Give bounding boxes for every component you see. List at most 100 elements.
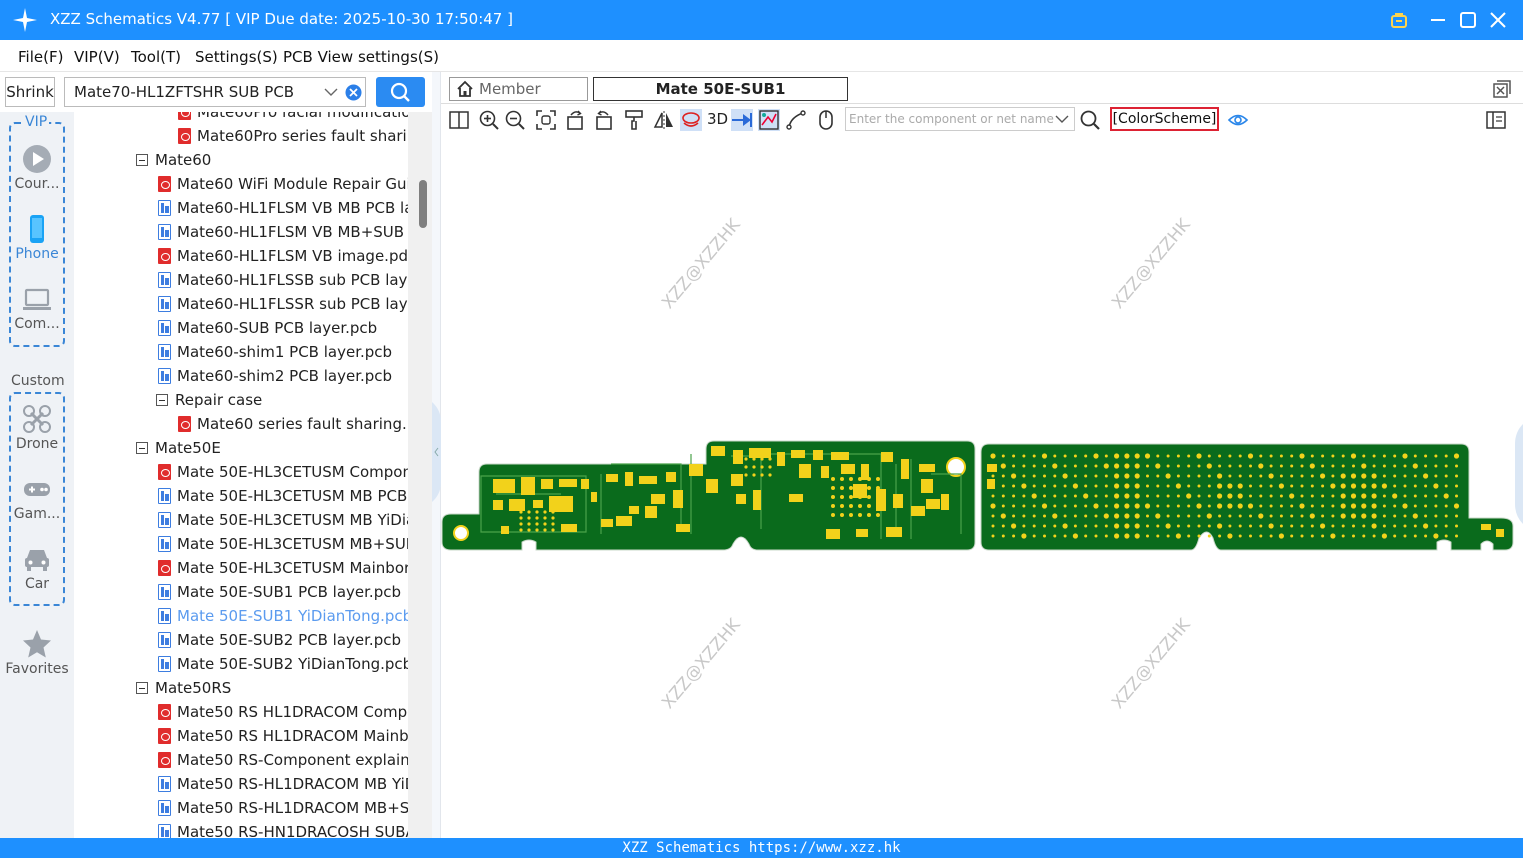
- pcb-canvas[interactable]: XZZ@XZZHK XZZ@XZZHK XZZ@XZZHK XZZ@XZZHK: [441, 134, 1523, 838]
- rail-drone[interactable]: Drone: [0, 404, 74, 452]
- collapse-toggle-icon[interactable]: [136, 154, 148, 166]
- tree-scrollbar[interactable]: [408, 112, 432, 838]
- tree-file[interactable]: Mate 50E-SUB1 PCB layer.pcb: [74, 580, 408, 604]
- tree-item-label: Mate60-shim1 PCB layer.pcb: [177, 343, 393, 361]
- rotate-left-icon[interactable]: [565, 109, 587, 131]
- tree-file[interactable]: Mate60-shim1 PCB layer.pcb: [74, 340, 408, 364]
- search-button[interactable]: [376, 77, 425, 107]
- net-highlight-icon[interactable]: [758, 109, 780, 131]
- tree-file[interactable]: Mate60Pro series fault sharing.pdf: [74, 124, 408, 148]
- maximize-icon[interactable]: [1457, 8, 1479, 32]
- menu-file[interactable]: File(F): [18, 48, 63, 66]
- tree-file[interactable]: Mate 50E-HL3CETUSM MB PCB layer: [74, 484, 408, 508]
- mouse-mode-icon[interactable]: [815, 109, 837, 131]
- tree-file[interactable]: Mate50 RS-HL1DRACOM MB YiDianTong: [74, 772, 408, 796]
- draw-line-icon[interactable]: [785, 109, 807, 131]
- tree-item-label: Mate 50E-HL3CETUSM Component: [177, 463, 408, 481]
- close-tabs-icon[interactable]: [1493, 80, 1511, 98]
- tab-active-pcb[interactable]: Mate 50E-SUB1 YiDianTong.pcb: [593, 77, 848, 120]
- vip-group-title: VIP: [23, 114, 50, 130]
- pdf-file-icon: [178, 416, 191, 432]
- color-scheme-button[interactable]: [ColorScheme]: [1110, 107, 1219, 131]
- tree-file[interactable]: Mate50 RS-HL1DRACOM MB+SUB: [74, 796, 408, 820]
- rail-favorites[interactable]: Favorites: [0, 629, 74, 677]
- vip-bag-icon[interactable]: [1388, 8, 1410, 32]
- tree-file[interactable]: Mate60-HL1FLSM VB MB+SUB YiD: [74, 220, 408, 244]
- tree-file[interactable]: Mate60-HL1FLSM VB MB PCB layer: [74, 196, 408, 220]
- tree-file[interactable]: Mate60-HL1FLSM VB image.pdf: [74, 244, 408, 268]
- tree-file[interactable]: Mate60 series fault sharing.pdf: [74, 412, 408, 436]
- tree-file[interactable]: Mate50 RS HL1DRACOM Mainboard: [74, 724, 408, 748]
- pdf-file-icon: [158, 728, 171, 744]
- mirror-icon[interactable]: [653, 109, 675, 131]
- split-view-icon[interactable]: [448, 109, 470, 131]
- tree-file[interactable]: Mate 50E-HL3CETUSM MB+SUB YiD: [74, 532, 408, 556]
- model-search-input[interactable]: Mate70-HL1ZFTSHR SUB PCB: [64, 77, 366, 107]
- file-tree[interactable]: Mate60Pro facial modification Mate60Pro s…: [74, 112, 408, 838]
- chevron-down-icon[interactable]: [324, 87, 338, 97]
- pcb-board-right: [980, 443, 1514, 551]
- side-panel-icon[interactable]: [1485, 109, 1507, 131]
- tree-file[interactable]: Mate 50E-SUB1 YiDianTong.pcb: [74, 604, 408, 628]
- find-component-icon[interactable]: [1079, 109, 1101, 131]
- pcb-file-icon: [158, 296, 171, 312]
- paint-brush-icon[interactable]: [623, 109, 645, 131]
- tab-member-center[interactable]: Member Center: [449, 77, 588, 120]
- tree-folder[interactable]: Mate50E: [74, 436, 408, 460]
- pcb-file-icon: [158, 512, 171, 528]
- collapse-toggle-icon[interactable]: [136, 442, 148, 454]
- zoom-out-icon[interactable]: [504, 109, 526, 131]
- rail-game[interactable]: Gam...: [0, 474, 74, 522]
- chevron-down-icon[interactable]: [1055, 114, 1069, 124]
- menu-settings[interactable]: Settings(S): [195, 48, 278, 66]
- tree-file[interactable]: Mate60Pro facial modification: [74, 112, 408, 124]
- rail-phone[interactable]: Phone: [0, 214, 74, 262]
- rail-favorites-label: Favorites: [5, 661, 69, 677]
- tree-file[interactable]: Mate 50E-SUB2 YiDianTong.pcb: [74, 652, 408, 676]
- tree-file[interactable]: Mate 50E-HL3CETUSM MB YiDianTong: [74, 508, 408, 532]
- collapse-toggle-icon[interactable]: [156, 394, 168, 406]
- tree-file[interactable]: Mate50 RS-Component explain.pdf: [74, 748, 408, 772]
- close-icon[interactable]: [1487, 8, 1509, 32]
- tree-file[interactable]: Mate 50E-HL3CETUSM Component: [74, 460, 408, 484]
- tree-folder[interactable]: Mate50RS: [74, 676, 408, 700]
- pin-mode-icon[interactable]: [731, 109, 753, 131]
- minimize-icon[interactable]: [1427, 8, 1449, 32]
- menu-pcb-view-settings[interactable]: PCB View settings(S): [283, 48, 439, 66]
- pcb-file-icon: [158, 224, 171, 240]
- tree-file[interactable]: Mate60-shim2 PCB layer.pcb: [74, 364, 408, 388]
- tree-file[interactable]: Mate60-SUB PCB layer.pcb: [74, 316, 408, 340]
- tree-file[interactable]: Mate 50E-SUB2 PCB layer.pcb: [74, 628, 408, 652]
- visibility-eye-icon[interactable]: [1227, 109, 1249, 131]
- shrink-button[interactable]: Shrink: [5, 77, 55, 107]
- tree-scrollbar-thumb[interactable]: [419, 180, 427, 228]
- pcb-board-drawing[interactable]: [441, 134, 1523, 838]
- tree-folder[interactable]: Repair case: [74, 388, 408, 412]
- rail-computer[interactable]: Com...: [0, 284, 74, 332]
- tree-file[interactable]: Mate50 RS-HN1DRACOSH SUBA Y: [74, 820, 408, 838]
- tree-file[interactable]: Mate60 WiFi Module Repair Guide: [74, 172, 408, 196]
- toggle-3d-button[interactable]: 3D: [707, 110, 728, 128]
- fit-view-icon[interactable]: [535, 109, 557, 131]
- menu-vip[interactable]: VIP(V): [74, 48, 120, 66]
- collapse-toggle-icon[interactable]: [136, 682, 148, 694]
- tree-file[interactable]: Mate60-HL1FLSSR sub PCB layer.pcb: [74, 292, 408, 316]
- tree-item-label: Mate60 series fault sharing.pdf: [197, 415, 408, 433]
- clear-icon[interactable]: [345, 84, 362, 101]
- tree-folder[interactable]: Mate60: [74, 148, 408, 172]
- component-net-search-input[interactable]: Enter the component or net name: [845, 107, 1075, 131]
- pdf-file-icon: [158, 560, 171, 576]
- rail-course[interactable]: Cour...: [0, 144, 74, 192]
- right-collapse-handle-icon[interactable]: [1515, 424, 1523, 524]
- collapse-handle-icon[interactable]: [432, 402, 441, 502]
- rotate-right-icon[interactable]: [592, 109, 614, 131]
- tree-file[interactable]: Mate50 RS HL1DRACOM Component: [74, 700, 408, 724]
- zoom-in-icon[interactable]: [478, 109, 500, 131]
- tree-file[interactable]: Mate60-HL1FLSSB sub PCB layer.pcb: [74, 268, 408, 292]
- tree-file[interactable]: Mate 50E-HL3CETUSM Mainbord image: [74, 556, 408, 580]
- panel-splitter[interactable]: [432, 72, 441, 838]
- rail-car[interactable]: Car: [0, 544, 74, 592]
- flip-board-icon[interactable]: [680, 109, 702, 131]
- menu-tool[interactable]: Tool(T): [131, 48, 181, 66]
- rail-game-label: Gam...: [13, 506, 61, 522]
